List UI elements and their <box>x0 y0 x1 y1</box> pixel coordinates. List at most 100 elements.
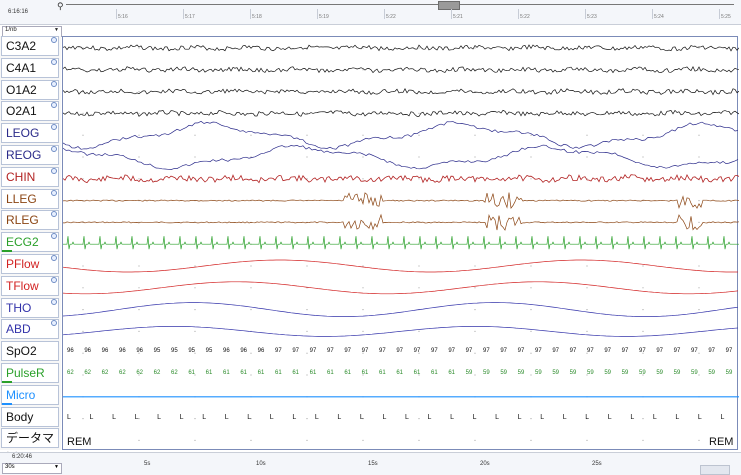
channel-settings-icon[interactable] <box>51 80 57 87</box>
grid-dot <box>250 374 252 376</box>
pin-icon[interactable]: ⚲ <box>57 1 64 12</box>
grid-dot <box>698 47 700 49</box>
grid-dot <box>418 287 420 289</box>
signal-plot-area[interactable]: 96 96 96 96 96 95 95 95 95 96 96 96 97 97 97 97 97 97 97 97… <box>62 36 739 450</box>
grid-dot <box>194 439 196 441</box>
grid-dot <box>474 156 476 158</box>
channel-label-chin[interactable]: CHIN <box>1 166 59 187</box>
channel-label-tflow[interactable]: TFlow <box>1 275 59 296</box>
grid-dot <box>698 265 700 267</box>
grid-dot <box>586 309 588 311</box>
channel-level-bar <box>2 250 12 253</box>
sleep-stage-label: REM <box>709 436 734 449</box>
body-position-marker: L <box>472 413 477 421</box>
channel-label-lleg[interactable]: LLEG <box>1 188 59 209</box>
spo2-value: 97 <box>587 348 594 355</box>
grid-dot <box>306 439 308 441</box>
channel-settings-icon[interactable] <box>51 146 57 152</box>
body-position-marker: L <box>112 413 116 421</box>
grid-dot <box>194 287 196 289</box>
pulse-value: 62 <box>84 370 92 376</box>
channel-settings-icon[interactable] <box>51 58 57 65</box>
ruler-label: 5:23 <box>587 14 597 20</box>
trace-c4a1 <box>63 66 739 74</box>
channel-label-rleg[interactable]: RLEG <box>1 210 59 231</box>
pulse-value: 62 <box>101 370 109 376</box>
grid-dot <box>306 309 308 311</box>
channel-label-micro[interactable]: Micro <box>1 384 59 405</box>
channel-settings-icon[interactable] <box>51 102 57 109</box>
ruler-label: 5:19 <box>319 14 329 20</box>
channel-label-reog[interactable]: REOG <box>1 145 59 165</box>
grid-dot <box>586 134 588 136</box>
channel-settings-icon[interactable] <box>51 233 57 240</box>
channel-settings-icon[interactable] <box>51 189 57 196</box>
channel-label-leog[interactable]: LEOG <box>1 123 59 144</box>
grid-dot <box>418 439 420 441</box>
channel-settings-icon[interactable] <box>51 37 57 43</box>
spo2-value: 97 <box>275 348 282 355</box>
grid-dot <box>698 352 700 354</box>
time-scale-select[interactable]: 30s ▼ <box>2 463 62 474</box>
channel-settings-icon[interactable] <box>51 124 57 131</box>
channel-settings-icon[interactable] <box>51 298 57 305</box>
end-time: 6:20:46 <box>12 454 33 460</box>
spo2-value: 97 <box>500 348 508 355</box>
channel-settings-icon[interactable] <box>51 276 57 283</box>
body-position-marker: L <box>495 413 500 421</box>
grid-dot <box>698 134 700 136</box>
channel-settings-icon[interactable] <box>51 211 57 218</box>
body-position-marker: L <box>585 413 590 421</box>
spo2-value: 96 <box>240 348 248 355</box>
pulse-value: 61 <box>275 370 282 376</box>
spo2-value: 96 <box>119 348 126 355</box>
channel-label-c4a1[interactable]: C4A1 <box>1 57 59 78</box>
grid-dot <box>418 134 420 136</box>
channel-settings-icon[interactable] <box>51 255 57 261</box>
grid-dot <box>138 287 140 289</box>
grid-dot <box>530 134 532 136</box>
ruler-label: 5:18 <box>252 14 262 20</box>
channel-label-abd[interactable]: ABD <box>1 319 59 340</box>
pulse-value: 61 <box>205 370 213 376</box>
pulse-value: 62 <box>119 370 126 376</box>
grid-dot <box>530 287 532 289</box>
channel-label-body[interactable]: Body <box>1 406 59 427</box>
channel-settings-icon[interactable] <box>51 167 57 174</box>
channel-label-o2a1[interactable]: O2A1 <box>1 101 59 122</box>
spo2-value: 97 <box>673 348 681 355</box>
channel-settings-icon[interactable] <box>51 320 57 327</box>
channel-label-c3a2[interactable]: C3A2 <box>1 36 59 56</box>
channel-label-データマー[interactable]: データマー <box>1 428 59 460</box>
grid-dot <box>642 418 644 420</box>
grid-dot <box>418 156 420 158</box>
spo2-value: 97 <box>465 348 473 355</box>
channel-label-pulser[interactable]: PulseR <box>1 363 59 383</box>
pulse-value: 59 <box>691 370 698 376</box>
grid-dot <box>82 156 84 158</box>
grid-dot <box>474 330 476 332</box>
channel-label-tho[interactable]: THO <box>1 297 59 318</box>
spo2-value: 96 <box>101 348 109 355</box>
trace-leog <box>63 120 739 150</box>
pulse-value: 61 <box>327 370 334 376</box>
grid-dot <box>82 309 84 311</box>
channel-label-pflow[interactable]: PFlow <box>1 254 59 274</box>
body-position-marker: L <box>675 413 680 421</box>
channel-label-o1a2[interactable]: O1A2 <box>1 79 59 100</box>
grid-dot <box>138 91 140 93</box>
ruler-tick <box>451 9 452 19</box>
pulse-value: 59 <box>639 370 646 376</box>
channel-label-ecg2[interactable]: ECG2 <box>1 232 59 253</box>
time-scrollbar-track[interactable] <box>66 4 734 5</box>
channel-name: O1A2 <box>6 82 37 97</box>
pulse-value: 61 <box>361 370 369 376</box>
grid-dot <box>306 134 308 136</box>
grid-dot <box>530 418 532 420</box>
grid-dot <box>698 69 700 71</box>
body-position-marker: L <box>134 413 139 421</box>
pulse-value: 59 <box>673 370 681 376</box>
channel-label-spo2[interactable]: SpO2 <box>1 341 59 362</box>
grid-dot <box>698 221 700 223</box>
spo2-value: 97 <box>431 348 438 355</box>
